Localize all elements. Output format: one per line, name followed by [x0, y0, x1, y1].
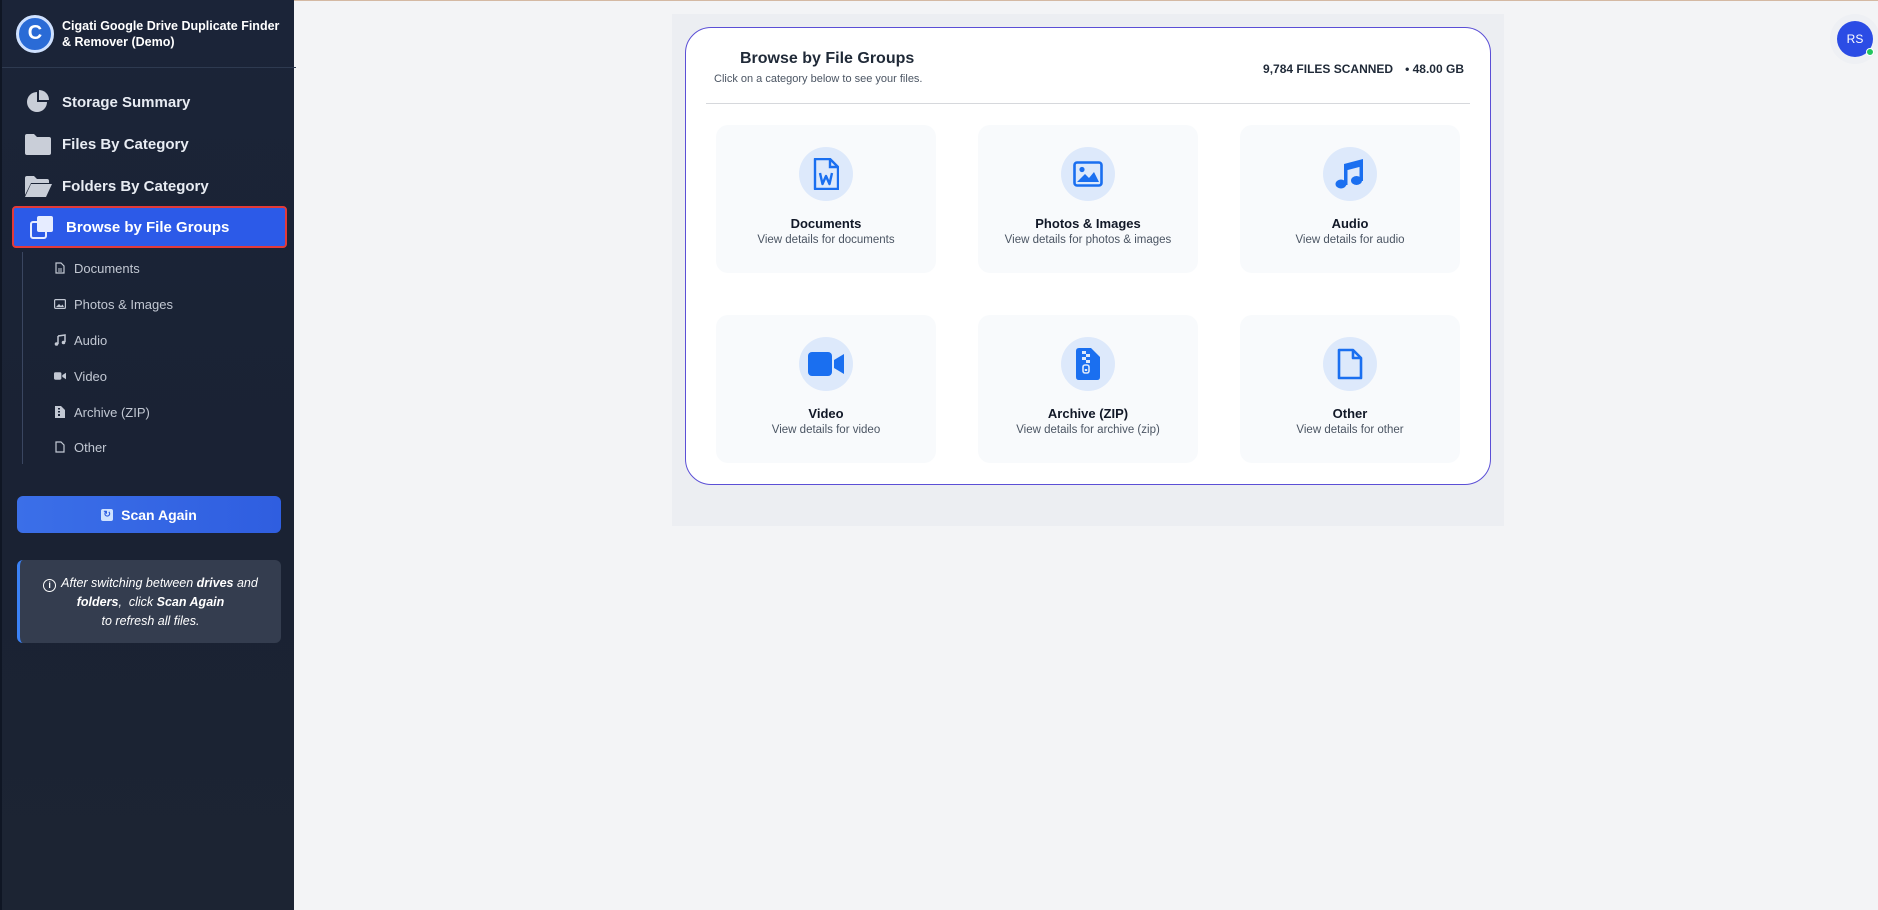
scan-again-label: Scan Again — [121, 506, 197, 523]
sidebar: C Cigati Google Drive Duplicate Finder &… — [0, 0, 296, 910]
tile-other[interactable]: Other View details for other — [1240, 315, 1460, 463]
tile-video[interactable]: Video View details for video — [716, 315, 936, 463]
note-text: and — [233, 576, 258, 590]
brand-header: C Cigati Google Drive Duplicate Finder &… — [2, 0, 296, 68]
tile-title: Video — [808, 406, 844, 421]
folder-open-icon — [24, 174, 52, 198]
tile-title: Photos & Images — [1035, 216, 1141, 231]
word-document-icon — [799, 147, 853, 201]
note-line-1: i After switching between drives and — [20, 574, 281, 593]
sidebar-item-storage-summary[interactable]: Storage Summary — [24, 84, 284, 120]
note-text: After switching between — [61, 576, 197, 590]
sidebar-item-folders-by-category[interactable]: Folders By Category — [24, 168, 284, 204]
avatar-initials: RS — [1846, 32, 1864, 46]
tile-title: Archive (ZIP) — [1047, 406, 1129, 421]
zip-file-icon — [1061, 337, 1115, 391]
sidebar-subitem-documents[interactable]: Documents — [54, 256, 140, 280]
file-icon — [54, 441, 66, 453]
sidebar-item-label: Files By Category — [62, 135, 189, 153]
folder-icon — [24, 132, 52, 156]
tile-audio[interactable]: Audio View details for audio — [1240, 125, 1460, 273]
sidebar-item-browse-by-file-groups[interactable]: Browse by File Groups — [12, 206, 287, 248]
tile-title: Documents — [790, 216, 862, 231]
scan-again-button[interactable]: ↻ Scan Again — [17, 496, 281, 533]
scan-stats: 9,784 FILES SCANNED • 48.00 GB — [1263, 62, 1464, 76]
sidebar-item-label: Folders By Category — [62, 177, 209, 195]
user-menu[interactable]: RS — [1830, 14, 1878, 64]
tile-description: View details for other — [1296, 424, 1404, 436]
sidebar-subitem-other[interactable]: Other — [54, 435, 107, 459]
note-bold: folders — [76, 595, 119, 609]
note-text: , click — [118, 595, 157, 609]
sidebar-subitem-label: Documents — [74, 260, 140, 276]
tile-title: Audio — [1331, 216, 1369, 231]
sidebar-subitem-label: Photos & Images — [74, 296, 173, 312]
files-scanned-count: 9,784 FILES SCANNED — [1263, 62, 1394, 76]
total-size: • 48.00 GB — [1405, 62, 1464, 76]
video-camera-icon — [799, 337, 853, 391]
image-icon — [54, 298, 66, 310]
music-icon — [1323, 147, 1377, 201]
tile-description: View details for video — [771, 424, 881, 436]
page-subtitle: Click on a category below to see your fi… — [714, 73, 923, 85]
sidebar-subitem-label: Other — [74, 439, 107, 455]
sidebar-subitem-label: Archive (ZIP) — [74, 404, 150, 420]
subtree-line — [22, 252, 23, 464]
tile-description: View details for documents — [757, 234, 895, 246]
tile-description: View details for archive (zip) — [1016, 424, 1160, 436]
tile-photos-images[interactable]: Photos & Images View details for photos … — [978, 125, 1198, 273]
sidebar-subitem-photos-images[interactable]: Photos & Images — [54, 292, 173, 316]
tile-description: View details for photos & images — [1004, 234, 1172, 246]
document-icon — [54, 262, 66, 274]
sidebar-subitem-label: Audio — [74, 332, 108, 348]
note-text: to refresh all files. — [101, 614, 200, 628]
tile-documents[interactable]: Documents View details for documents — [716, 125, 936, 273]
sidebar-item-files-by-category[interactable]: Files By Category — [24, 126, 284, 162]
file-groups-card: Browse by File Groups Click on a categor… — [685, 27, 1491, 485]
note-line-3: to refresh all files. — [20, 612, 281, 631]
info-note: i After switching between drives and fold… — [17, 560, 281, 643]
tile-archive-zip[interactable]: Archive (ZIP) View details for archive (… — [978, 315, 1198, 463]
archive-icon — [54, 406, 66, 418]
app-logo: C — [16, 14, 54, 53]
tile-description: View details for audio — [1295, 234, 1405, 246]
sidebar-item-label: Browse by File Groups — [66, 218, 230, 236]
note-line-2: folders, click Scan Again — [20, 593, 281, 612]
sidebar-item-label: Storage Summary — [62, 93, 191, 111]
sidebar-subitem-audio[interactable]: Audio — [54, 328, 107, 352]
online-status-dot — [1866, 48, 1874, 56]
page-title: Browse by File Groups — [740, 50, 915, 67]
sidebar-subitem-video[interactable]: Video — [54, 364, 107, 388]
note-bold: drives — [196, 576, 234, 590]
music-icon — [54, 334, 66, 346]
image-icon — [1061, 147, 1115, 201]
file-icon — [1323, 337, 1377, 391]
app-title: Cigati Google Drive Duplicate Finder & R… — [62, 18, 280, 49]
info-icon: i — [43, 579, 57, 592]
pie-chart-icon — [24, 90, 52, 114]
sidebar-subitem-label: Video — [74, 368, 108, 384]
divider — [706, 103, 1470, 104]
video-icon — [54, 370, 66, 382]
tile-title: Other — [1332, 406, 1368, 421]
note-bold: Scan Again — [156, 595, 225, 609]
refresh-icon: ↻ — [101, 508, 114, 521]
sidebar-subitem-archive[interactable]: Archive (ZIP) — [54, 400, 150, 424]
copy-icon — [28, 215, 56, 239]
avatar[interactable]: RS — [1837, 21, 1874, 57]
